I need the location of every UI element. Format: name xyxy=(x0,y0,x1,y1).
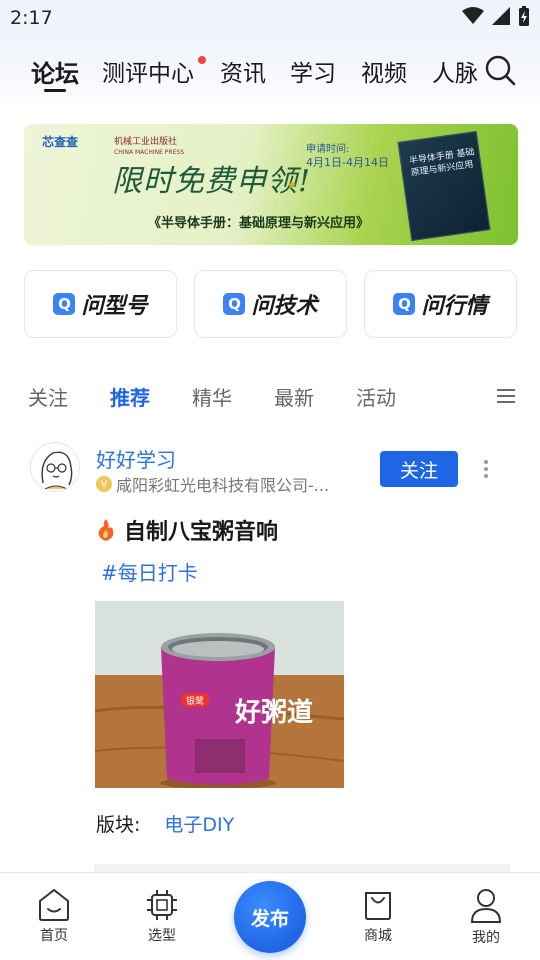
tab-video[interactable]: 视频 xyxy=(361,54,407,88)
book-cover-image: 半导体手册 基础原理与新兴应用 xyxy=(397,130,491,242)
home-icon xyxy=(39,888,69,921)
can-brand-text: 好粥道 xyxy=(234,697,313,728)
wifi-icon xyxy=(462,7,484,24)
status-icons xyxy=(462,6,530,26)
ask-market-label: 问行情 xyxy=(421,293,488,319)
tab-forum[interactable]: 论坛 xyxy=(31,54,79,89)
search-icon[interactable] xyxy=(484,54,516,86)
nav-mall[interactable]: 商城 xyxy=(343,887,413,945)
verified-badge-icon: V xyxy=(96,476,112,492)
shopping-bag-icon xyxy=(365,892,391,920)
company-name: 咸阳彩虹光电科技有限公司-... xyxy=(116,476,330,495)
post-hashtag[interactable]: #每日打卡 xyxy=(101,557,198,586)
section-link[interactable]: 电子DIY xyxy=(164,810,234,837)
banner-apply-dates: 4月1日-4月14日 xyxy=(306,156,389,169)
tab-news[interactable]: 资讯 xyxy=(220,54,266,88)
ask-model-label: 问型号 xyxy=(81,293,148,319)
nav-mall-label: 商城 xyxy=(364,928,392,944)
avatar[interactable] xyxy=(30,442,80,492)
q-icon: Q xyxy=(223,293,246,315)
battery-charging-icon xyxy=(519,6,529,26)
banner-logo-publisher: 机械工业出版社 CHINA MACHINE PRESS xyxy=(114,137,184,156)
can-logo-text: 银鹭 xyxy=(186,695,204,707)
q-icon: Q xyxy=(53,293,76,315)
post-title: 自制八宝粥音响 xyxy=(124,520,279,545)
post-company: V 咸阳彩虹光电科技有限公司-... xyxy=(96,472,329,496)
fire-icon xyxy=(98,519,114,541)
menu-icon[interactable] xyxy=(497,388,515,404)
ask-model-button[interactable]: Q 问型号 xyxy=(24,270,177,338)
post-title-row[interactable]: 自制八宝粥音响 xyxy=(96,514,278,546)
more-options-icon[interactable] xyxy=(484,460,488,478)
cellular-signal-icon xyxy=(492,7,510,25)
nav-home-label: 首页 xyxy=(40,928,68,944)
publish-button[interactable]: 发布 xyxy=(234,881,306,953)
ask-market-button[interactable]: Q 问行情 xyxy=(364,270,517,338)
chip-icon xyxy=(147,890,177,920)
tab-latest[interactable]: 最新 xyxy=(274,382,314,411)
banner-subtitle: 《半导体手册：基础原理与新兴应用》 xyxy=(148,216,370,231)
banner-headline: 限时免费申领! xyxy=(112,164,312,199)
tab-review-center[interactable]: 测评中心 xyxy=(102,54,194,88)
book-cover-title: 半导体手册 基础原理与新兴应用 xyxy=(408,147,476,179)
post-section: 版块: 电子DIY xyxy=(96,810,234,837)
active-tab-indicator xyxy=(44,89,66,92)
tab-recommended[interactable]: 推荐 xyxy=(110,382,150,411)
tab-learning[interactable]: 学习 xyxy=(290,54,336,88)
nav-selection[interactable]: 选型 xyxy=(127,887,197,945)
banner-apply-label: 申请时间: xyxy=(306,144,350,155)
feed-tabs: 关注 推荐 精华 最新 活动 xyxy=(0,382,540,412)
follow-button[interactable]: 关注 xyxy=(380,451,458,487)
tab-network[interactable]: 人脉 xyxy=(432,54,478,88)
nav-profile[interactable]: 我的 xyxy=(451,887,521,947)
ask-tech-label: 问技术 xyxy=(251,293,318,319)
notification-dot xyxy=(198,56,206,64)
ask-tech-button[interactable]: Q 问技术 xyxy=(194,270,347,338)
bottom-nav: 首页 选型 发布 商城 我的 xyxy=(0,872,540,960)
tab-following[interactable]: 关注 xyxy=(28,382,68,411)
banner-logo-xinchacha: 芯查查 xyxy=(42,135,79,149)
tab-events[interactable]: 活动 xyxy=(356,382,396,411)
status-bar: 2:17 xyxy=(0,0,540,36)
sparkle-icon: ✦ xyxy=(286,178,298,194)
nav-selection-label: 选型 xyxy=(148,928,176,944)
nav-profile-label: 我的 xyxy=(472,930,500,946)
post-image[interactable]: 银鹭 好粥道 xyxy=(95,601,344,788)
q-icon: Q xyxy=(393,293,416,315)
post-username[interactable]: 好好学习 xyxy=(96,444,176,473)
can-speaker-photo: 银鹭 好粥道 xyxy=(95,601,344,788)
status-time: 2:17 xyxy=(10,7,53,29)
nav-home[interactable]: 首页 xyxy=(19,887,89,945)
avatar-illustration xyxy=(41,451,73,490)
profile-icon xyxy=(470,889,502,923)
tab-featured[interactable]: 精华 xyxy=(192,382,232,411)
promo-banner[interactable]: 芯查查 机械工业出版社 CHINA MACHINE PRESS 限时免费申领! ✦… xyxy=(24,124,518,245)
top-nav: 论坛 测评中心 资讯 学习 视频 人脉 xyxy=(0,50,540,94)
section-label: 版块: xyxy=(96,814,141,836)
